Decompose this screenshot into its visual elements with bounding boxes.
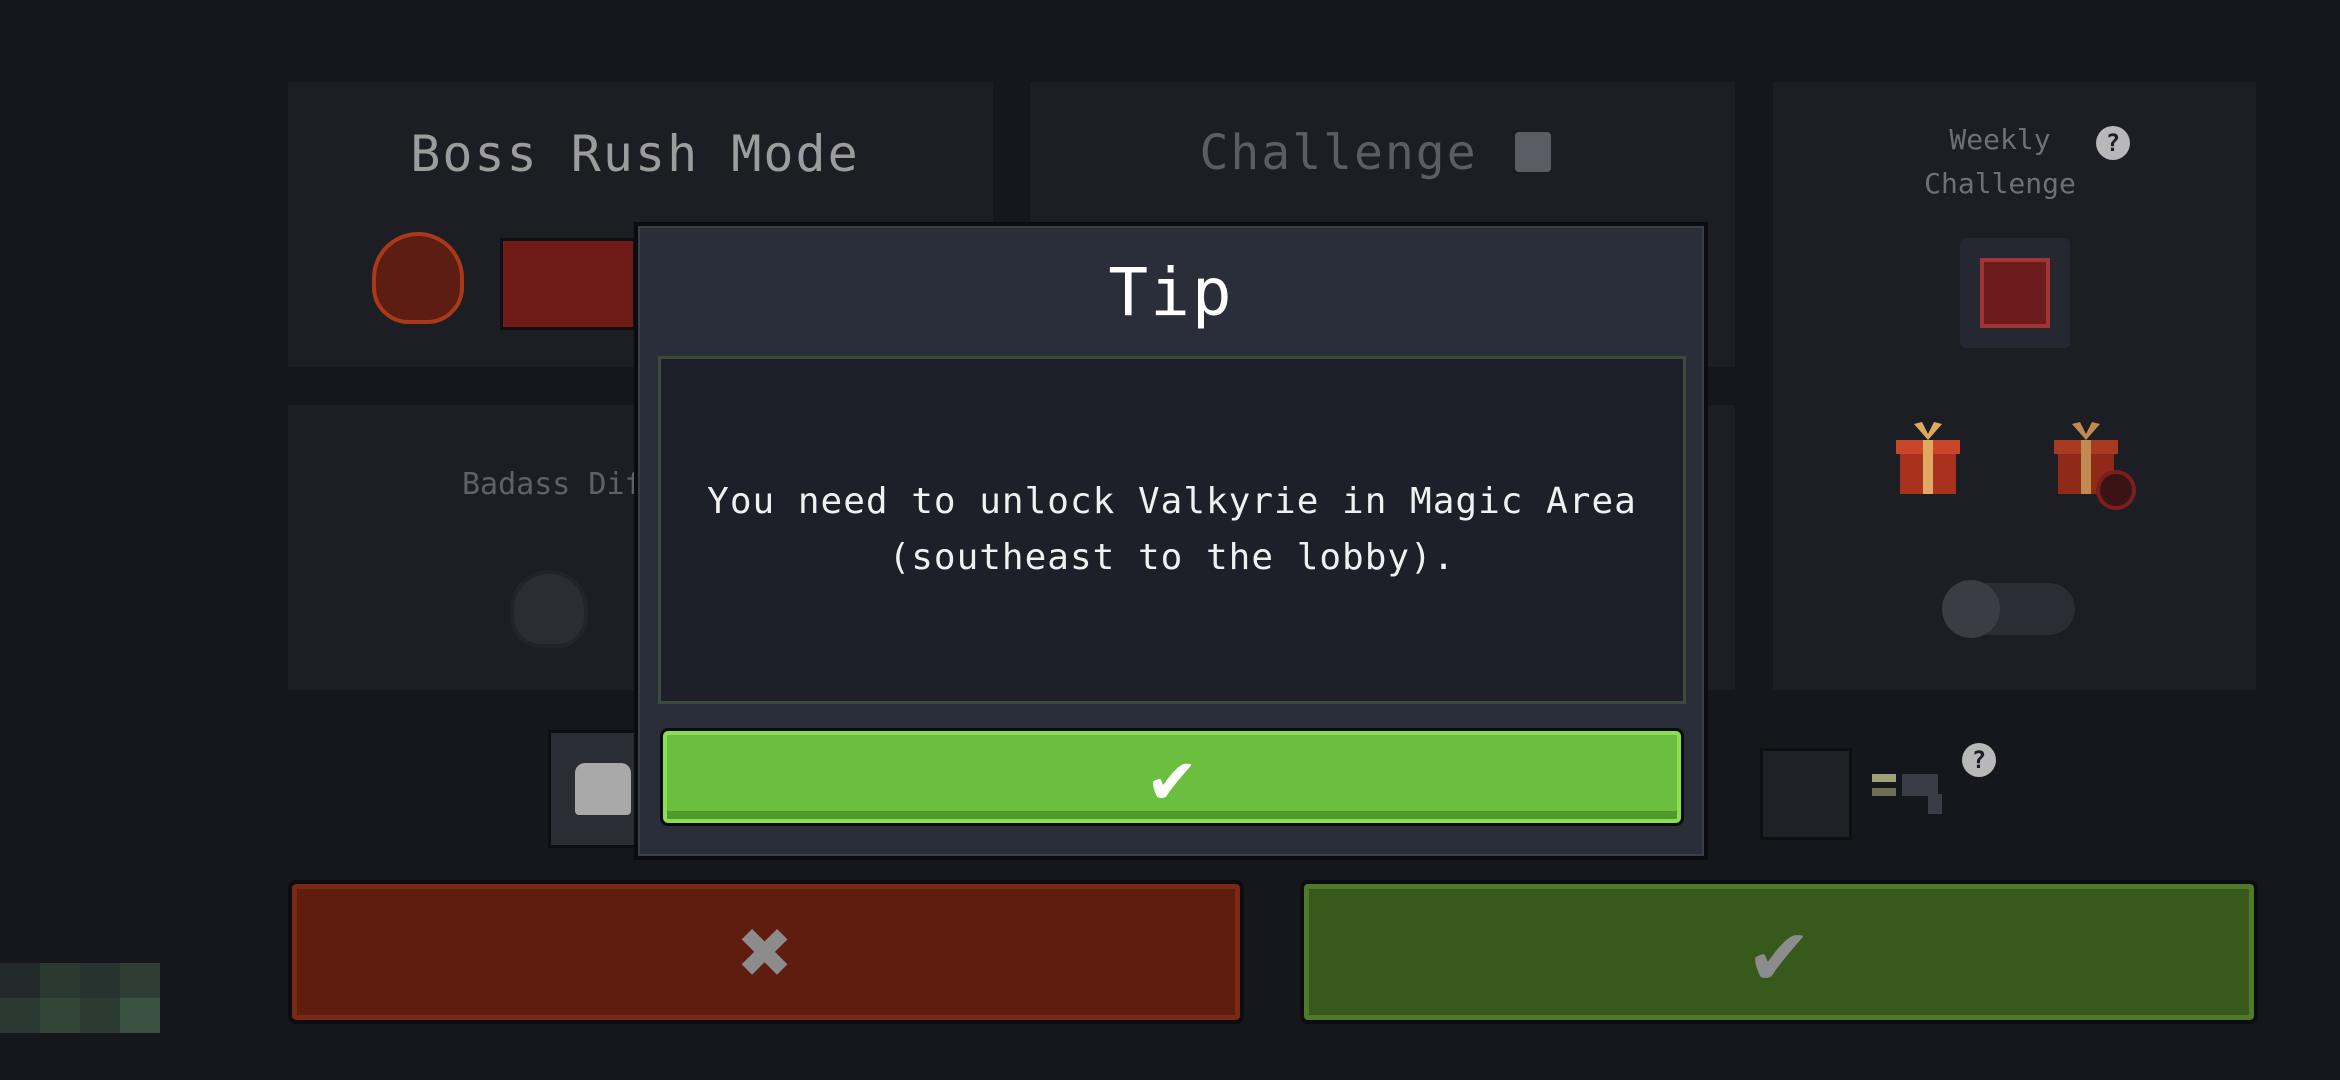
- dialog-message: You need to unlock Valkyrie in Magic Are…: [707, 481, 1637, 578]
- challenge-title: Challenge: [1030, 125, 1720, 181]
- lock-icon: [1514, 132, 1551, 172]
- weekly-boss-portrait[interactable]: [1960, 238, 2070, 348]
- weekly-help-icon[interactable]: ?: [2096, 126, 2130, 160]
- weekly-toggle[interactable]: [1942, 580, 2075, 638]
- item-slot[interactable]: [1760, 748, 1852, 840]
- dialog-ok-button[interactable]: ✔: [660, 728, 1684, 826]
- boss-rush-title: Boss Rush Mode: [410, 125, 860, 183]
- item-help-icon[interactable]: ?: [1962, 743, 1996, 777]
- locked-gift-icon-svg: [2054, 422, 2136, 510]
- tip-dialog: Tip You need to unlock Valkyrie in Magic…: [634, 222, 1708, 860]
- weapon-icon: [1872, 770, 1952, 814]
- boss-portrait-icon: [1980, 258, 2050, 328]
- corner-decoration: [0, 963, 160, 1033]
- dialog-message-box: You need to unlock Valkyrie in Magic Are…: [658, 356, 1686, 704]
- gift-icon-svg: [1896, 422, 1960, 494]
- confirm-button[interactable]: ✔: [1300, 880, 2258, 1024]
- characters-icon: [575, 763, 631, 815]
- badass-helmet-icon: [510, 570, 588, 648]
- gift-icon[interactable]: [1896, 418, 1960, 494]
- toggle-knob: [1942, 580, 2000, 638]
- boss-helmet-icon: [372, 232, 464, 324]
- boss-rush-progress-bar: [500, 238, 636, 330]
- cancel-button[interactable]: ✖: [288, 880, 1244, 1024]
- badass-difficulty-label: Badass Dif: [462, 467, 643, 502]
- dialog-title: Tip: [1108, 254, 1234, 331]
- locked-gift-icon[interactable]: [2054, 418, 2136, 510]
- checkmark-icon: ✔: [1751, 899, 1807, 1005]
- checkmark-icon: ✔: [1150, 735, 1194, 819]
- weekly-challenge-title: Weekly Challenge: [1924, 123, 2076, 200]
- close-icon: ✖: [738, 899, 794, 1005]
